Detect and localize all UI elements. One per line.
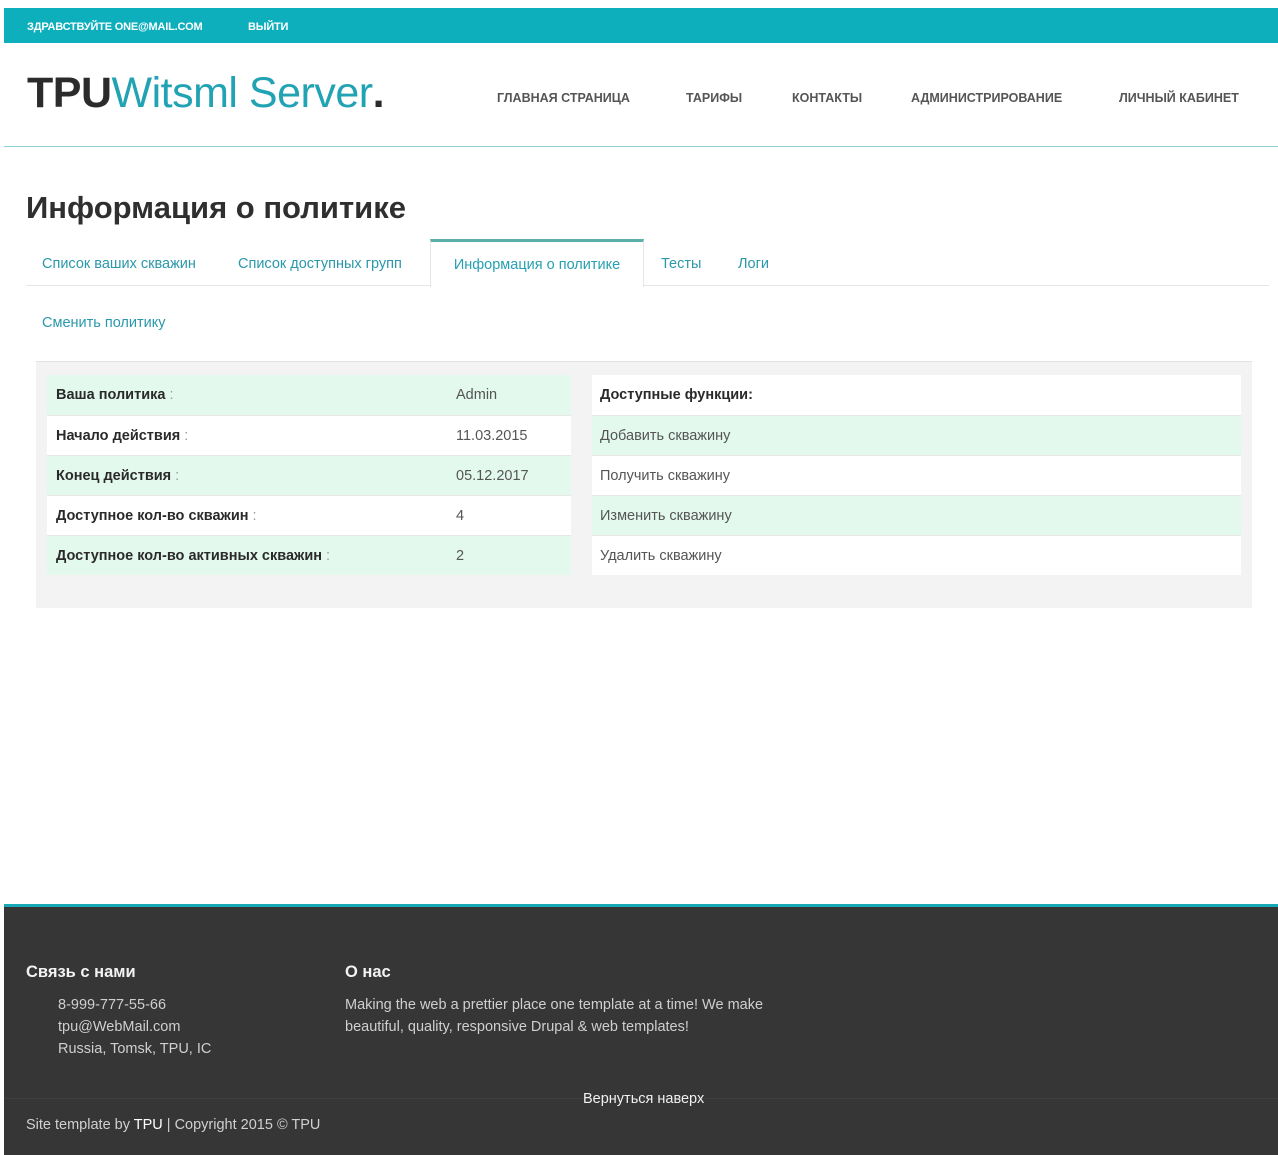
copyright: Site template by TPU | Copyright 2015 © …: [26, 1117, 320, 1133]
row-value: Admin: [456, 387, 498, 403]
site-header: TPUWitsml Server. ГЛАВНАЯ СТРАНИЦА ТАРИФ…: [4, 43, 1278, 147]
row-label: Ваша политика :: [56, 387, 174, 403]
tab-logs[interactable]: Логи: [738, 239, 769, 286]
page-title: Информация о политике: [26, 190, 406, 225]
tab-bar: Список ваших скважин Список доступных гр…: [26, 239, 1269, 287]
row-label: Конец действия :: [56, 468, 179, 484]
tab-tests[interactable]: Тесты: [661, 239, 701, 286]
row-value: 11.03.2015: [456, 428, 528, 444]
tab-policy-info[interactable]: Информация о политике: [430, 239, 644, 287]
label-colon: :: [175, 468, 180, 484]
row-value: 05.12.2017: [456, 468, 529, 484]
row-value: 2: [456, 548, 465, 564]
label-text: Начало действия: [56, 428, 181, 444]
label-colon: :: [326, 548, 331, 564]
contact-address: Russia, Tomsk, TPU, IC: [58, 1041, 212, 1057]
table-row: Добавить скважину: [592, 415, 1241, 455]
label-text: Конец действия: [56, 468, 172, 484]
function-item: Удалить скважину: [600, 548, 722, 564]
copyright-prefix: Site template by: [26, 1117, 134, 1133]
label-colon: :: [252, 508, 257, 524]
copyright-brand-link[interactable]: TPU: [134, 1117, 163, 1133]
about-text: Making the web a prettier place one temp…: [345, 997, 764, 1035]
row-label: Доступное кол-во активных скважин :: [56, 548, 330, 564]
table-row: Изменить скважину: [592, 495, 1241, 535]
label-text: Доступное кол-во скважин: [56, 508, 249, 524]
row-label: Начало действия :: [56, 428, 188, 444]
row-label: Доступное кол-во скважин :: [56, 508, 257, 524]
label-colon: :: [184, 428, 189, 444]
function-item: Изменить скважину: [600, 508, 732, 524]
contact-phone: 8-999-777-55-66: [58, 997, 167, 1013]
label-colon: :: [169, 387, 174, 403]
main-nav: ГЛАВНАЯ СТРАНИЦА ТАРИФЫ КОНТАКТЫ АДМИНИС…: [4, 91, 1278, 111]
nav-administration[interactable]: АДМИНИСТРИРОВАНИЕ: [911, 91, 1062, 105]
site-footer: Связь с нами 8-999-777-55-66 tpu@WebMail…: [4, 904, 1278, 1155]
label-text: Доступное кол-во активных скважин: [56, 548, 322, 564]
table-row: Доступное кол-во скважин : 4: [47, 495, 571, 535]
tab-your-wells[interactable]: Список ваших скважин: [42, 239, 196, 286]
nav-tariffs[interactable]: ТАРИФЫ: [686, 91, 742, 105]
functions-header: Доступные функции:: [600, 387, 753, 403]
nav-personal-account[interactable]: ЛИЧНЫЙ КАБИНЕТ: [1119, 91, 1239, 105]
contact-title: Связь с нами: [26, 963, 136, 981]
nav-home[interactable]: ГЛАВНАЯ СТРАНИЦА: [497, 91, 630, 105]
table-row: Доступное кол-во активных скважин : 2: [47, 535, 571, 575]
tab-available-groups[interactable]: Список доступных групп: [238, 239, 402, 286]
label-text: Ваша политика: [56, 387, 166, 403]
nav-contacts[interactable]: КОНТАКТЫ: [792, 91, 862, 105]
policy-panel: Ваша политика : Admin Начало действия : …: [36, 361, 1252, 608]
top-bar: ЗДРАВСТВУЙТЕ ONE@MAIL.COM ВЫЙТИ: [4, 8, 1278, 43]
function-item: Получить скважину: [600, 468, 731, 484]
functions-header-row: Доступные функции:: [592, 375, 1241, 415]
table-row: Начало действия : 11.03.2015: [47, 415, 571, 455]
function-item: Добавить скважину: [600, 428, 731, 444]
functions-table: Доступные функции: Добавить скважину Пол…: [592, 375, 1241, 575]
policy-info-table: Ваша политика : Admin Начало действия : …: [47, 375, 571, 575]
logout-link[interactable]: ВЫЙТИ: [248, 21, 288, 33]
table-row: Ваша политика : Admin: [47, 375, 571, 415]
row-value: 4: [456, 508, 465, 524]
change-policy-link[interactable]: Сменить политику: [42, 315, 166, 331]
table-row: Удалить скважину: [592, 535, 1241, 575]
greeting-text: ЗДРАВСТВУЙТЕ ONE@MAIL.COM: [27, 21, 203, 33]
about-title: О нас: [345, 963, 391, 981]
contact-list: 8-999-777-55-66 tpu@WebMail.com Russia, …: [58, 994, 211, 1060]
contact-email: tpu@WebMail.com: [58, 1019, 181, 1035]
table-row: Получить скважину: [592, 455, 1241, 495]
back-to-top-link[interactable]: Вернуться наверх: [583, 1091, 704, 1107]
table-row: Конец действия : 05.12.2017: [47, 455, 571, 495]
copyright-suffix: | Copyright 2015 © TPU: [162, 1117, 321, 1133]
